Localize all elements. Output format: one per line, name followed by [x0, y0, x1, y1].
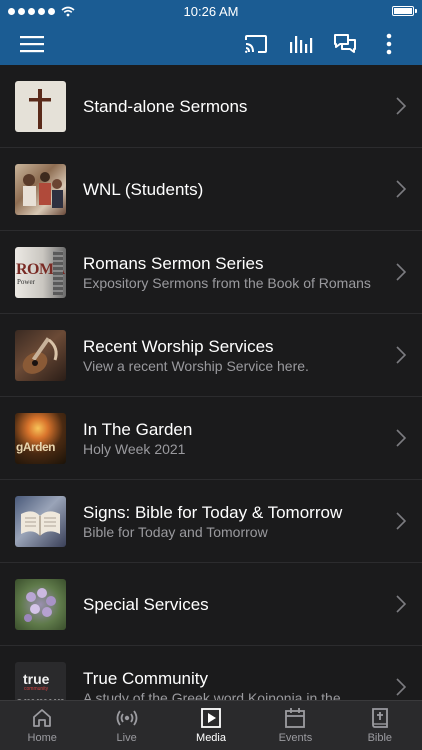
- item-title: Signs: Bible for Today & Tomorrow: [83, 502, 343, 522]
- item-title: WNL (Students): [83, 179, 204, 199]
- home-icon: [33, 709, 52, 727]
- bible-icon: [371, 708, 388, 728]
- list-item-romans-sermon-series[interactable]: ROMA Power Romans Sermon Series Exposito…: [0, 231, 422, 314]
- chevron-right-icon: [396, 678, 406, 696]
- chevron-right-icon: [396, 595, 406, 613]
- cast-button[interactable]: [236, 22, 276, 65]
- more-vertical-icon: [386, 33, 392, 54]
- status-bar: 10:26 AM: [0, 0, 422, 22]
- menu-button[interactable]: [10, 22, 54, 65]
- list-item-wnl-students[interactable]: WNL (Students): [0, 148, 422, 231]
- cross-thumbnail: [15, 81, 66, 132]
- cast-icon: [245, 34, 267, 53]
- flowers-thumbnail: [15, 579, 66, 630]
- calendar-icon: [285, 708, 306, 728]
- chevron-right-icon: [396, 97, 406, 115]
- students-photo-thumbnail: [15, 164, 66, 215]
- tab-home[interactable]: Home: [0, 701, 84, 750]
- chevron-right-icon: [396, 346, 406, 364]
- battery-icon: [392, 6, 417, 16]
- live-broadcast-icon: [116, 710, 138, 726]
- garden-thumbnail: gArden: [15, 413, 66, 464]
- chat-icon: [334, 33, 356, 53]
- tab-live[interactable]: Live: [84, 701, 168, 750]
- chevron-right-icon: [396, 263, 406, 281]
- tab-label: Home: [27, 732, 57, 744]
- chevron-right-icon: [396, 512, 406, 530]
- bible-thumbnail: [15, 496, 66, 547]
- status-left: [8, 6, 75, 17]
- item-subtitle: Expository Sermons from the Book of Roma…: [83, 274, 371, 291]
- romans-thumbnail: ROMA Power: [15, 247, 66, 298]
- tab-media[interactable]: Media: [169, 701, 253, 750]
- tab-label: Live: [116, 732, 137, 744]
- item-title: Special Services: [83, 594, 209, 614]
- community-thumb-subtext: community: [24, 686, 49, 692]
- item-subtitle: Holy Week 2021: [83, 440, 186, 457]
- chevron-right-icon: [396, 429, 406, 447]
- item-subtitle: View a recent Worship Service here.: [83, 357, 309, 374]
- audio-bars-icon: [290, 35, 313, 53]
- tab-label: Bible: [367, 732, 393, 744]
- menu-icon: [20, 35, 44, 52]
- tab-label: Media: [196, 732, 226, 744]
- item-title: Romans Sermon Series: [83, 253, 264, 273]
- media-list: Stand-alone Sermons WNL (Students) ROMA …: [0, 65, 422, 700]
- item-subtitle: A study of the Greek word Koinonia in th…: [83, 689, 341, 701]
- list-item-special-services[interactable]: Special Services: [0, 563, 422, 646]
- romans-thumb-subtext: Power: [17, 278, 35, 286]
- garden-thumb-text: gArden: [16, 440, 56, 454]
- media-play-icon: [201, 708, 221, 728]
- signal-dots-icon: [8, 7, 55, 15]
- item-title: In The Garden: [83, 419, 193, 439]
- true-thumb-text: true: [23, 671, 50, 687]
- tab-label: Events: [278, 732, 313, 744]
- list-item-stand-alone-sermons[interactable]: Stand-alone Sermons: [0, 65, 422, 148]
- app-bar: [0, 22, 422, 65]
- tab-bar: Home Live Media Events Bible: [0, 700, 422, 750]
- list-item-signs-bible[interactable]: Signs: Bible for Today & Tomorrow Bible …: [0, 480, 422, 563]
- chat-button[interactable]: [326, 22, 364, 65]
- more-options-button[interactable]: [370, 22, 408, 65]
- wifi-icon: [61, 6, 75, 16]
- true-community-thumbnail: true community ommuni: [15, 662, 66, 700]
- item-subtitle: Bible for Today and Tomorrow: [83, 523, 268, 540]
- tab-bible[interactable]: Bible: [338, 701, 422, 750]
- audio-button[interactable]: [282, 22, 320, 65]
- list-item-in-the-garden[interactable]: gArden In The Garden Holy Week 2021: [0, 397, 422, 480]
- guitar-thumbnail: [15, 330, 66, 381]
- item-title: Recent Worship Services: [83, 336, 274, 356]
- item-title: True Community: [83, 668, 209, 688]
- tab-events[interactable]: Events: [253, 701, 337, 750]
- list-item-true-community[interactable]: true community ommuni True Community A s…: [0, 646, 422, 700]
- list-item-recent-worship-services[interactable]: Recent Worship Services View a recent Wo…: [0, 314, 422, 397]
- item-title: Stand-alone Sermons: [83, 96, 248, 116]
- chevron-right-icon: [396, 180, 406, 198]
